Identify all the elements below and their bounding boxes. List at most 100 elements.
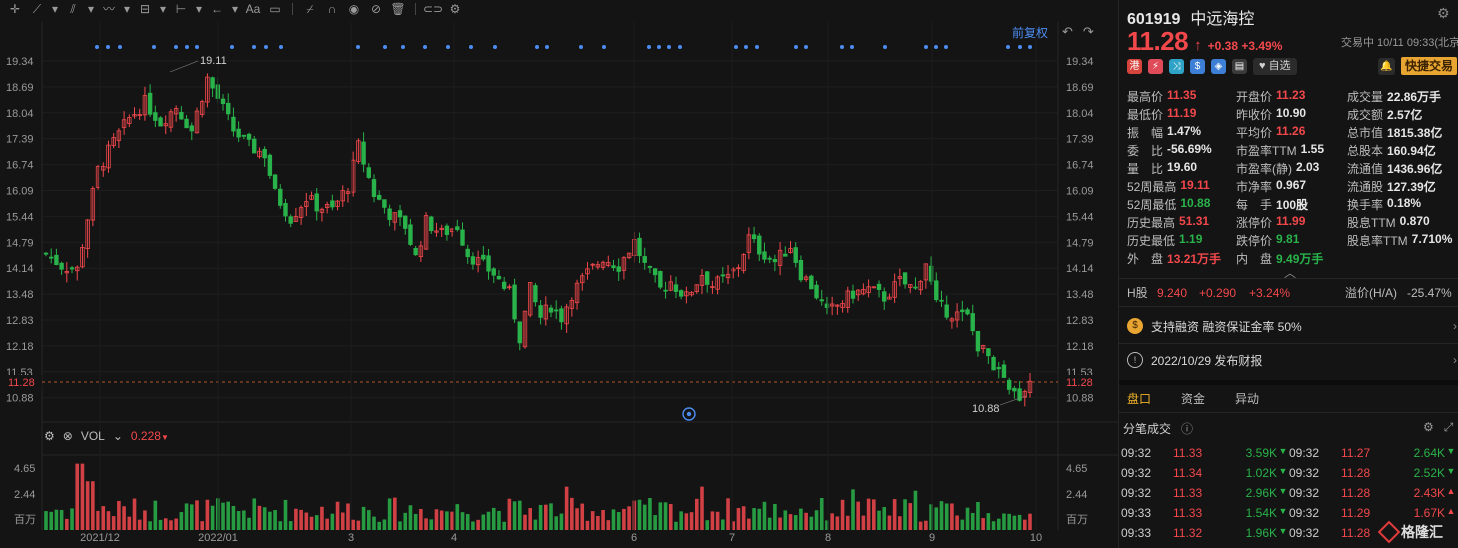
report-info-bar[interactable]: ! 2022/10/29 发布财报 › bbox=[1127, 345, 1457, 375]
quote-label: 每 手 bbox=[1236, 197, 1273, 212]
quote-cell: 换手率 0.18% bbox=[1347, 196, 1457, 213]
quote-row: 52周最高 19.11 市净率 0.967 流通股 127.39亿 bbox=[1127, 177, 1457, 195]
up-arrow-icon: ▲ bbox=[1446, 506, 1456, 516]
chevron-down-icon[interactable]: ⌄ bbox=[113, 429, 123, 443]
price-tick-left: 17.39 bbox=[6, 134, 34, 146]
watchlist-button[interactable]: ♥ 自选 bbox=[1253, 57, 1297, 75]
volume-bar bbox=[189, 504, 194, 530]
flash-icon[interactable]: ⚡ bbox=[1148, 58, 1163, 74]
info-icon[interactable]: ⓘ bbox=[1181, 420, 1193, 437]
gear-icon[interactable]: ⚙ bbox=[44, 429, 55, 443]
quote-cell: 跌停价 9.81 bbox=[1236, 232, 1347, 249]
h-share-row[interactable]: H股 9.240 +0.290 +3.24% 溢价(H/A) -25.47% bbox=[1127, 284, 1457, 301]
volume-bar bbox=[840, 499, 845, 530]
settings-icon[interactable]: ⚙ bbox=[1423, 420, 1434, 435]
candle-body bbox=[496, 275, 502, 280]
volume-bar bbox=[210, 505, 215, 530]
volume-bar bbox=[137, 519, 142, 530]
margin-info-bar[interactable]: $ 支持融资 融资保证金率 50% › bbox=[1127, 311, 1457, 341]
close-icon[interactable]: ⊗ bbox=[63, 429, 73, 443]
event-dot bbox=[647, 45, 651, 49]
volume-bar bbox=[658, 502, 663, 530]
volume-bar bbox=[226, 501, 231, 530]
candle-body bbox=[158, 117, 163, 127]
volume-bar bbox=[366, 510, 371, 530]
indicator-name[interactable]: VOL bbox=[81, 429, 105, 443]
event-dot bbox=[469, 45, 473, 49]
h-share-change: +0.290 bbox=[1199, 285, 1237, 300]
quote-row: 振 幅 1.47% 平均价 11.26 总市值 1815.38亿 bbox=[1127, 123, 1457, 141]
candle-body bbox=[986, 348, 991, 357]
volume-bar bbox=[950, 503, 954, 530]
candle-body bbox=[236, 128, 241, 138]
volume-bar bbox=[184, 503, 189, 530]
volume-bar bbox=[903, 499, 907, 530]
feature-icons-row: 港 ⚡ ⤨ $ ◈ ▤ ♥ 自选 🔔 快捷交易 bbox=[1127, 57, 1457, 75]
quote-label: 委 比 bbox=[1127, 143, 1164, 158]
gear-icon[interactable]: ⚙ bbox=[1437, 5, 1450, 22]
down-arrow-icon: ▼ bbox=[1446, 446, 1456, 456]
down-arrow-icon: ▼ bbox=[1278, 446, 1288, 456]
volume-bar bbox=[195, 500, 199, 530]
volume-bar bbox=[486, 511, 491, 530]
chevron-right-icon: › bbox=[1453, 353, 1457, 367]
event-dot bbox=[840, 45, 844, 49]
price-adjust-toggle[interactable]: 前复权 bbox=[1012, 24, 1048, 41]
volume-bar bbox=[778, 517, 782, 530]
down-arrow-icon: ▼ bbox=[1278, 526, 1288, 536]
tick-time: 09:32 bbox=[1289, 466, 1320, 480]
candle-body bbox=[720, 274, 726, 277]
candle-body bbox=[991, 356, 996, 371]
volume-bar bbox=[54, 509, 59, 530]
volume-bar bbox=[528, 508, 532, 530]
shuffle-icon[interactable]: ⤨ bbox=[1169, 58, 1184, 74]
candle-body bbox=[814, 284, 819, 299]
expand-icon[interactable]: ⤢ bbox=[1444, 420, 1454, 435]
volume-bar bbox=[835, 516, 840, 530]
high-marker: 19.11 bbox=[200, 55, 227, 67]
logo-icon bbox=[1377, 520, 1401, 544]
hk-connect-icon[interactable]: 港 bbox=[1127, 58, 1142, 74]
date-label: 2021/12 bbox=[80, 532, 120, 544]
dollar-icon[interactable]: $ bbox=[1190, 58, 1205, 74]
candle-body bbox=[49, 256, 54, 259]
bell-icon[interactable]: 🔔 bbox=[1377, 57, 1395, 75]
candle-body bbox=[751, 234, 757, 240]
quote-label: 涨停价 bbox=[1236, 215, 1273, 230]
candle-body bbox=[69, 267, 75, 270]
volume-bar bbox=[819, 497, 824, 530]
volume-bar bbox=[622, 508, 626, 530]
volume-bar bbox=[481, 514, 486, 530]
tab-funds[interactable]: 资金 bbox=[1181, 390, 1205, 407]
undo-icon[interactable]: ↶ bbox=[1062, 24, 1073, 40]
kline-chart-area[interactable]: ✛ ⟋ ▾ ⫽ ▾ 〰 ▾ ⊟ ▾ ⊢ ▾ ← ▾ Aa ▭ ⌿ ∩ ◉ ⊘ 🗑 ⊂⊃ ⚙ … bbox=[0, 0, 1118, 548]
candle-body bbox=[762, 251, 767, 260]
report-info-text: 2022/10/29 发布财报 bbox=[1151, 353, 1263, 368]
quick-trade-button[interactable]: 快捷交易 bbox=[1400, 57, 1457, 75]
price-tick-left: 19.34 bbox=[6, 56, 34, 68]
tab-orderbook[interactable]: 盘口 bbox=[1127, 390, 1151, 407]
price-tick-right: 10.88 bbox=[1066, 393, 1094, 405]
volume-bar bbox=[434, 509, 439, 530]
candle-body bbox=[267, 154, 273, 176]
volume-bar bbox=[892, 499, 897, 530]
tag-icon[interactable]: ◈ bbox=[1211, 58, 1226, 74]
volume-bar bbox=[877, 510, 881, 530]
tab-movements[interactable]: 异动 bbox=[1235, 390, 1259, 407]
margin-info-text: 支持融资 融资保证金率 50% bbox=[1151, 319, 1302, 334]
candle-body bbox=[371, 179, 377, 197]
quote-label: 振 幅 bbox=[1127, 125, 1164, 140]
volume-bar bbox=[804, 512, 808, 530]
candle-body bbox=[491, 268, 496, 276]
price-tick-right: 12.83 bbox=[1066, 315, 1094, 327]
date-label: 6 bbox=[631, 532, 637, 544]
quote-cell: 成交额 2.57亿 bbox=[1347, 106, 1457, 123]
note-icon[interactable]: ▤ bbox=[1232, 58, 1247, 74]
tick-price: 11.32 bbox=[1173, 526, 1203, 540]
redo-icon[interactable]: ↷ bbox=[1083, 24, 1094, 40]
volume-bar bbox=[747, 518, 751, 530]
quote-label: 平均价 bbox=[1236, 125, 1273, 140]
event-dot bbox=[95, 45, 99, 49]
volume-bar bbox=[913, 490, 918, 530]
price-tick-left: 16.09 bbox=[6, 186, 34, 198]
